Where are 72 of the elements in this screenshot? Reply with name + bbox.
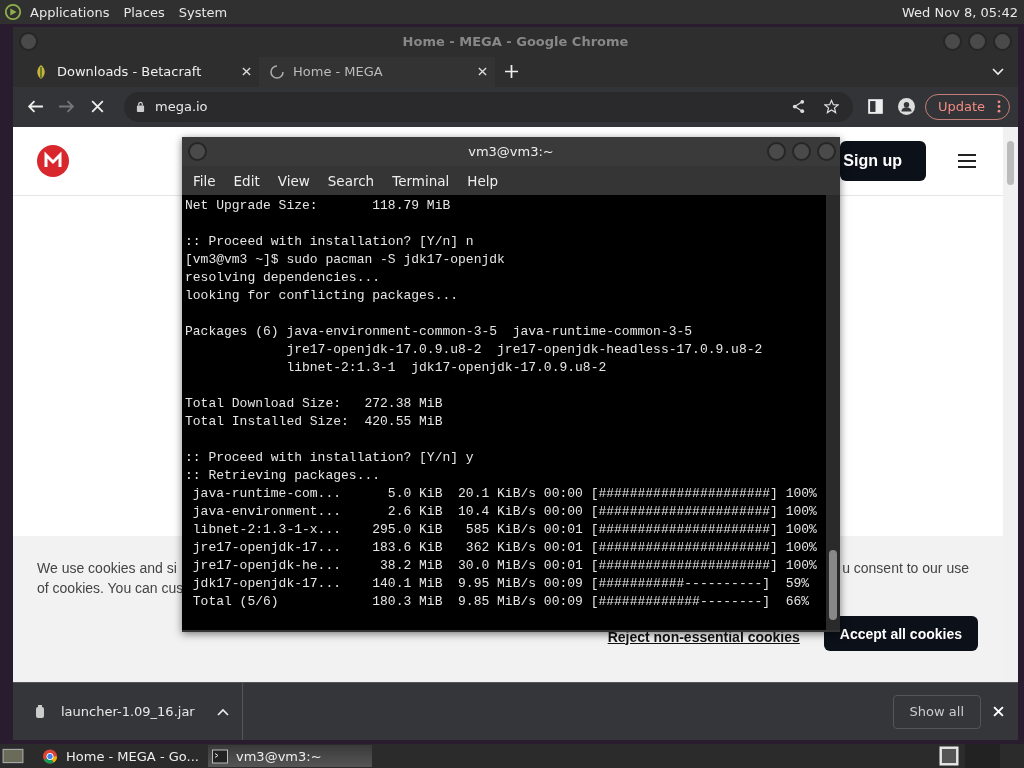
menu-item[interactable]: File xyxy=(184,172,225,189)
mega-logo-icon[interactable] xyxy=(37,144,69,177)
more-icon[interactable] xyxy=(997,100,1001,114)
cookie-text: of cookies. You can cus xyxy=(37,579,184,599)
chevron-down-icon[interactable] xyxy=(992,67,1004,76)
panel-menu[interactable]: Applications xyxy=(30,4,110,20)
terminal-line: Packages (6) java-environment-common-3-5 java-runtime-common-3-5 xyxy=(185,323,693,341)
show-all-button[interactable]: Show all xyxy=(892,694,981,729)
terminal-line: jre17-openjdk-17.0.9.u8-2 jre17-openjdk-headless-17.0.9.u8-2 xyxy=(285,341,763,359)
cookie-text: We use cookies and si xyxy=(37,559,178,579)
terminal-line: Total (5/6) 180.3 MiB 9.85 MiB/s 00:09 [#############--------] 66% xyxy=(191,593,810,611)
window-title: vm3@vm3:~ xyxy=(468,144,554,159)
terminal-line: java-environment... 2.6 KiB 10.4 KiB/s 00:00 [######################] 100% xyxy=(191,503,817,521)
tab-title: Home - MEGA xyxy=(293,64,384,80)
terminal-icon xyxy=(212,748,228,764)
menu-item[interactable]: Terminal xyxy=(383,172,459,189)
clock[interactable]: Wed Nov 8, 05:42 xyxy=(902,4,1018,20)
browser-icon xyxy=(42,748,58,764)
terminal-line: resolving dependencies... xyxy=(185,269,381,287)
accept-cookies-button[interactable]: Accept all cookies xyxy=(823,616,978,652)
url-text: mega.io xyxy=(155,99,208,115)
distro-logo-icon[interactable] xyxy=(4,3,22,21)
menu-item[interactable]: View xyxy=(268,172,319,189)
address-bar[interactable]: mega.io xyxy=(124,91,853,122)
terminal-line: :: Proceed with installation? [Y/n] n xyxy=(185,233,474,251)
scrollbar[interactable] xyxy=(826,195,840,630)
scrollbar[interactable] xyxy=(1003,126,1018,683)
download-item[interactable]: launcher-1.09_16.jar xyxy=(13,683,243,740)
terminal-line: libnet-2:1.3-1-x... 295.0 KiB 585 KiB/s 00:01 [######################] 100% xyxy=(191,521,817,539)
terminal-line: Total Download Size: 272.38 MiB xyxy=(185,395,443,413)
menu-item[interactable]: Edit xyxy=(224,172,269,189)
taskbar-item[interactable]: Home - MEGA - Go... xyxy=(38,745,202,767)
loading-icon xyxy=(269,63,285,80)
taskbar-label: Home - MEGA - Go... xyxy=(66,748,199,764)
terminal-line: [vm3@vm3 ~]$ sudo pacman -S jdk17-openjdk xyxy=(185,251,505,269)
terminal-line: looking for conflicting packages... xyxy=(185,287,459,305)
terminal-line: libnet-2:1.3-1 jdk17-openjdk-17.0.9.u8-2 xyxy=(285,359,607,377)
menu-item[interactable]: Help xyxy=(458,172,508,189)
profile-avatar-icon[interactable] xyxy=(897,98,915,116)
terminal-line: jdk17-openjdk-17... 140.1 MiB 9.95 MiB/s 00:09 [###########----------] 59% xyxy=(191,575,810,593)
share-icon[interactable] xyxy=(790,99,806,115)
window-title: Home - MEGA - Google Chrome xyxy=(402,34,629,50)
panel-menu[interactable]: System xyxy=(178,4,228,20)
new-tab-icon[interactable] xyxy=(505,65,518,79)
terminal-line: java-runtime-com... 5.0 KiB 20.1 KiB/s 00:00 [######################] 100% xyxy=(191,485,817,503)
terminal-line: :: Retrieving packages... xyxy=(185,467,381,485)
file-name: launcher-1.09_16.jar xyxy=(61,704,195,720)
browser-tab[interactable]: Home - MEGA xyxy=(259,56,495,87)
terminal-line: Net Upgrade Size: 118.79 MiB xyxy=(185,197,451,215)
desktop-icon[interactable] xyxy=(2,747,24,765)
reject-cookies-link[interactable]: Reject non-essential cookies xyxy=(607,628,800,645)
sign-up-button[interactable]: Sign up xyxy=(840,140,926,181)
browser-tab[interactable]: Downloads - Betacraft xyxy=(23,56,259,87)
close-icon[interactable] xyxy=(242,67,251,77)
terminal-line: :: Proceed with installation? [Y/n] y xyxy=(185,449,474,467)
taskbar-item[interactable]: vm3@vm3:~ xyxy=(208,745,372,767)
terminal-line: Total Installed Size: 420.55 MiB xyxy=(185,413,443,431)
terminal-line: jre17-openjdk-he... 38.2 MiB 30.0 MiB/s 00:01 [######################] 100% xyxy=(191,557,817,575)
panel-menu[interactable]: Places xyxy=(123,4,165,20)
close-icon[interactable] xyxy=(478,67,487,77)
menu-item[interactable]: Search xyxy=(318,172,384,189)
file-icon xyxy=(35,704,45,719)
terminal-line: jre17-openjdk-17... 183.6 KiB 362 KiB/s 00:01 [######################] 100% xyxy=(191,539,817,557)
caret-up-icon[interactable] xyxy=(216,707,229,716)
cookie-text: u consent to our use xyxy=(842,559,969,579)
window-icon[interactable] xyxy=(939,746,959,766)
lock-icon xyxy=(136,101,145,113)
side-panel-icon[interactable] xyxy=(866,98,884,116)
menu-icon[interactable] xyxy=(958,153,976,168)
taskbar-label: vm3@vm3:~ xyxy=(236,748,322,764)
star-icon[interactable] xyxy=(823,99,839,115)
tab-title: Downloads - Betacraft xyxy=(57,64,203,80)
